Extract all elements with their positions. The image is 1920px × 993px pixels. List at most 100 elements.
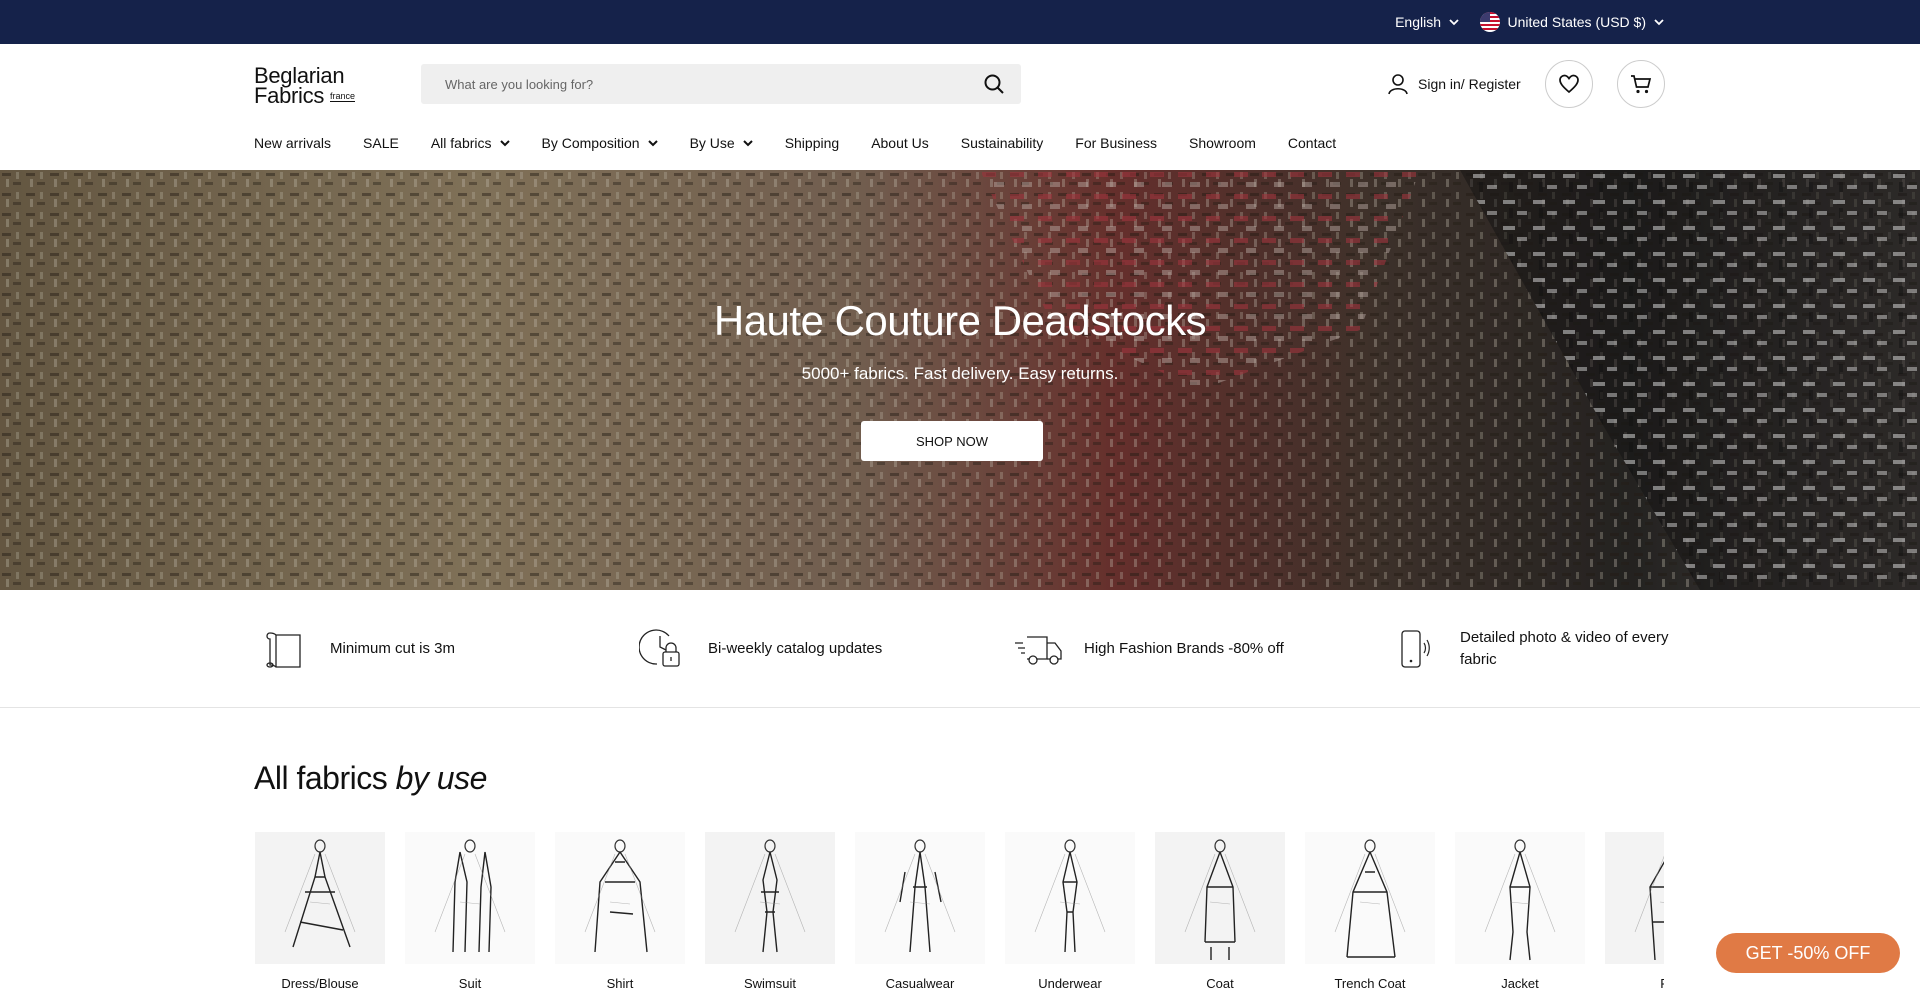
search-icon[interactable]: [983, 73, 1005, 95]
nav-item-label: SALE: [363, 135, 399, 151]
category-carousel: Dress/Blouse Suit Shirt Swimsuit Casualwear U…: [254, 832, 1664, 993]
fashion-sketch-image: [855, 832, 985, 964]
chevron-down-icon: [647, 140, 658, 147]
fashion-sketch-image: [1455, 832, 1585, 964]
feature-text: Minimum cut is 3m: [330, 640, 456, 657]
phone-icon: [1388, 623, 1440, 675]
nav-item-label: By Composition: [541, 135, 640, 151]
heart-icon: [1559, 74, 1579, 94]
fashion-sketch-image: [405, 832, 535, 964]
cart-icon: [1631, 75, 1652, 94]
fashion-sketch-image: [1605, 832, 1664, 964]
nav-item[interactable]: Contact: [1288, 135, 1336, 151]
section-title: All fabrics by use: [254, 760, 487, 797]
fashion-sketch-image: [1155, 832, 1285, 964]
cart-button[interactable]: [1617, 60, 1665, 108]
fashion-sketch-image: [1305, 832, 1435, 964]
feature-text: Detailed photo & video of every fabric: [1460, 629, 1669, 668]
nav-item[interactable]: For Business: [1075, 135, 1157, 151]
category-card[interactable]: Dress/Blouse: [254, 832, 386, 993]
category-card[interactable]: Suit: [404, 832, 536, 993]
category-label: Swimsuit: [743, 976, 796, 991]
category-card[interactable]: Shirt: [554, 832, 686, 993]
category-card[interactable]: Underwear: [1004, 832, 1136, 993]
nav-item[interactable]: Shipping: [785, 135, 840, 151]
nav-item-label: Sustainability: [960, 135, 1044, 151]
features-strip: Minimum cut is 3m Bi-weekly catalog upda…: [0, 590, 1920, 708]
user-icon: [1388, 74, 1408, 95]
search-input[interactable]: [421, 64, 961, 104]
nav-item-label: New arrivals: [254, 135, 332, 151]
section-title-em: by use: [395, 760, 488, 796]
fashion-sketch-image: [255, 832, 385, 964]
logo-tag: france: [330, 91, 356, 102]
category-card[interactable]: Casualwear: [854, 832, 986, 993]
hero-title: Haute Couture Deadstocks: [713, 297, 1207, 344]
nav-item[interactable]: About Us: [871, 135, 929, 151]
feature-item: Detailed photo & video of every fabric: [1388, 590, 1670, 708]
nav-item-label: Contact: [1287, 135, 1337, 151]
category-card[interactable]: Fur: [1604, 832, 1664, 993]
category-card[interactable]: Jacket: [1454, 832, 1586, 993]
nav-item-label: About Us: [871, 135, 929, 151]
fashion-sketch-image: [705, 832, 835, 964]
section-title-main: All fabrics: [254, 760, 388, 796]
category-label: Dress/Blouse: [281, 976, 359, 991]
nav-item[interactable]: SALE: [363, 135, 399, 151]
nav-item-label: Shipping: [784, 135, 840, 151]
feature-text: Bi-weekly catalog updates: [708, 640, 883, 657]
nav-item[interactable]: Sustainability: [961, 135, 1044, 151]
nav-item[interactable]: By Composition: [542, 135, 658, 151]
logo-line2: Fabrics: [254, 83, 325, 108]
logo[interactable]: Beglarian Fabrics france: [254, 65, 374, 108]
fashion-sketch-image: [555, 832, 685, 964]
category-label: Shirt: [606, 976, 634, 991]
feature-item: Minimum cut is 3m: [258, 590, 540, 708]
language-selector[interactable]: English: [1395, 0, 1459, 44]
category-label: Underwear: [1038, 976, 1102, 991]
nav-item[interactable]: New arrivals: [254, 135, 331, 151]
chevron-down-icon: [742, 140, 753, 147]
nav-item[interactable]: By Use: [690, 135, 753, 151]
shop-now-button[interactable]: SHOP NOW: [861, 421, 1043, 461]
category-label: Suit: [458, 976, 482, 991]
nav-item-label: For Business: [1075, 135, 1157, 151]
country-selector[interactable]: United States (USD $): [1479, 0, 1665, 44]
category-label: Trench Coat: [1334, 976, 1406, 991]
header: Beglarian Fabricsfrance Sign in/ Registe…: [0, 44, 1920, 170]
fashion-sketch-image: [1005, 832, 1135, 964]
category-label: Jacket: [1501, 976, 1539, 991]
category-label: Casualwear: [885, 976, 955, 991]
signin-link[interactable]: Sign in/ Register: [1386, 72, 1521, 96]
nav-item-label: By Use: [689, 135, 735, 151]
chevron-down-icon: [1449, 19, 1459, 26]
hero-banner: Haute Couture Deadstocks 5000+ fabrics. …: [0, 170, 1920, 590]
nav-item[interactable]: Showroom: [1189, 135, 1256, 151]
nav-item-label: Showroom: [1188, 135, 1256, 151]
feature-item: Bi-weekly catalog updates: [636, 590, 918, 708]
feature-item: High Fashion Brands -80% off: [1012, 590, 1294, 708]
nav-item-label: All fabrics: [430, 135, 492, 151]
wishlist-button[interactable]: [1545, 60, 1593, 108]
category-card[interactable]: Trench Coat: [1304, 832, 1436, 993]
nav-item[interactable]: All fabrics: [431, 135, 510, 151]
category-label: Fur: [1604, 976, 1664, 991]
category-card[interactable]: Coat: [1154, 832, 1286, 993]
signin-label: Sign in/ Register: [1418, 76, 1521, 92]
main-nav: New arrivals SALE All fabrics By Compositio…: [254, 130, 1368, 156]
country-label: United States (USD $): [1507, 14, 1647, 30]
search-bar: [421, 64, 1021, 104]
chevron-down-icon: [1654, 19, 1664, 26]
hero-subtitle: 5000+ fabrics. Fast delivery. Easy retur…: [801, 364, 1119, 383]
discount-button[interactable]: GET -50% OFF: [1716, 933, 1900, 973]
delivery-truck-icon: [1012, 623, 1064, 675]
clock-lock-icon: [636, 623, 688, 675]
us-flag-icon: [1479, 12, 1500, 32]
chevron-down-icon: [499, 140, 510, 147]
language-label: English: [1395, 14, 1441, 30]
feature-text: High Fashion Brands -80% off: [1084, 640, 1284, 657]
category-label: Coat: [1206, 976, 1234, 991]
category-card[interactable]: Swimsuit: [704, 832, 836, 993]
fabric-roll-icon: [258, 623, 310, 675]
top-bar: English United States (USD $): [0, 0, 1920, 44]
